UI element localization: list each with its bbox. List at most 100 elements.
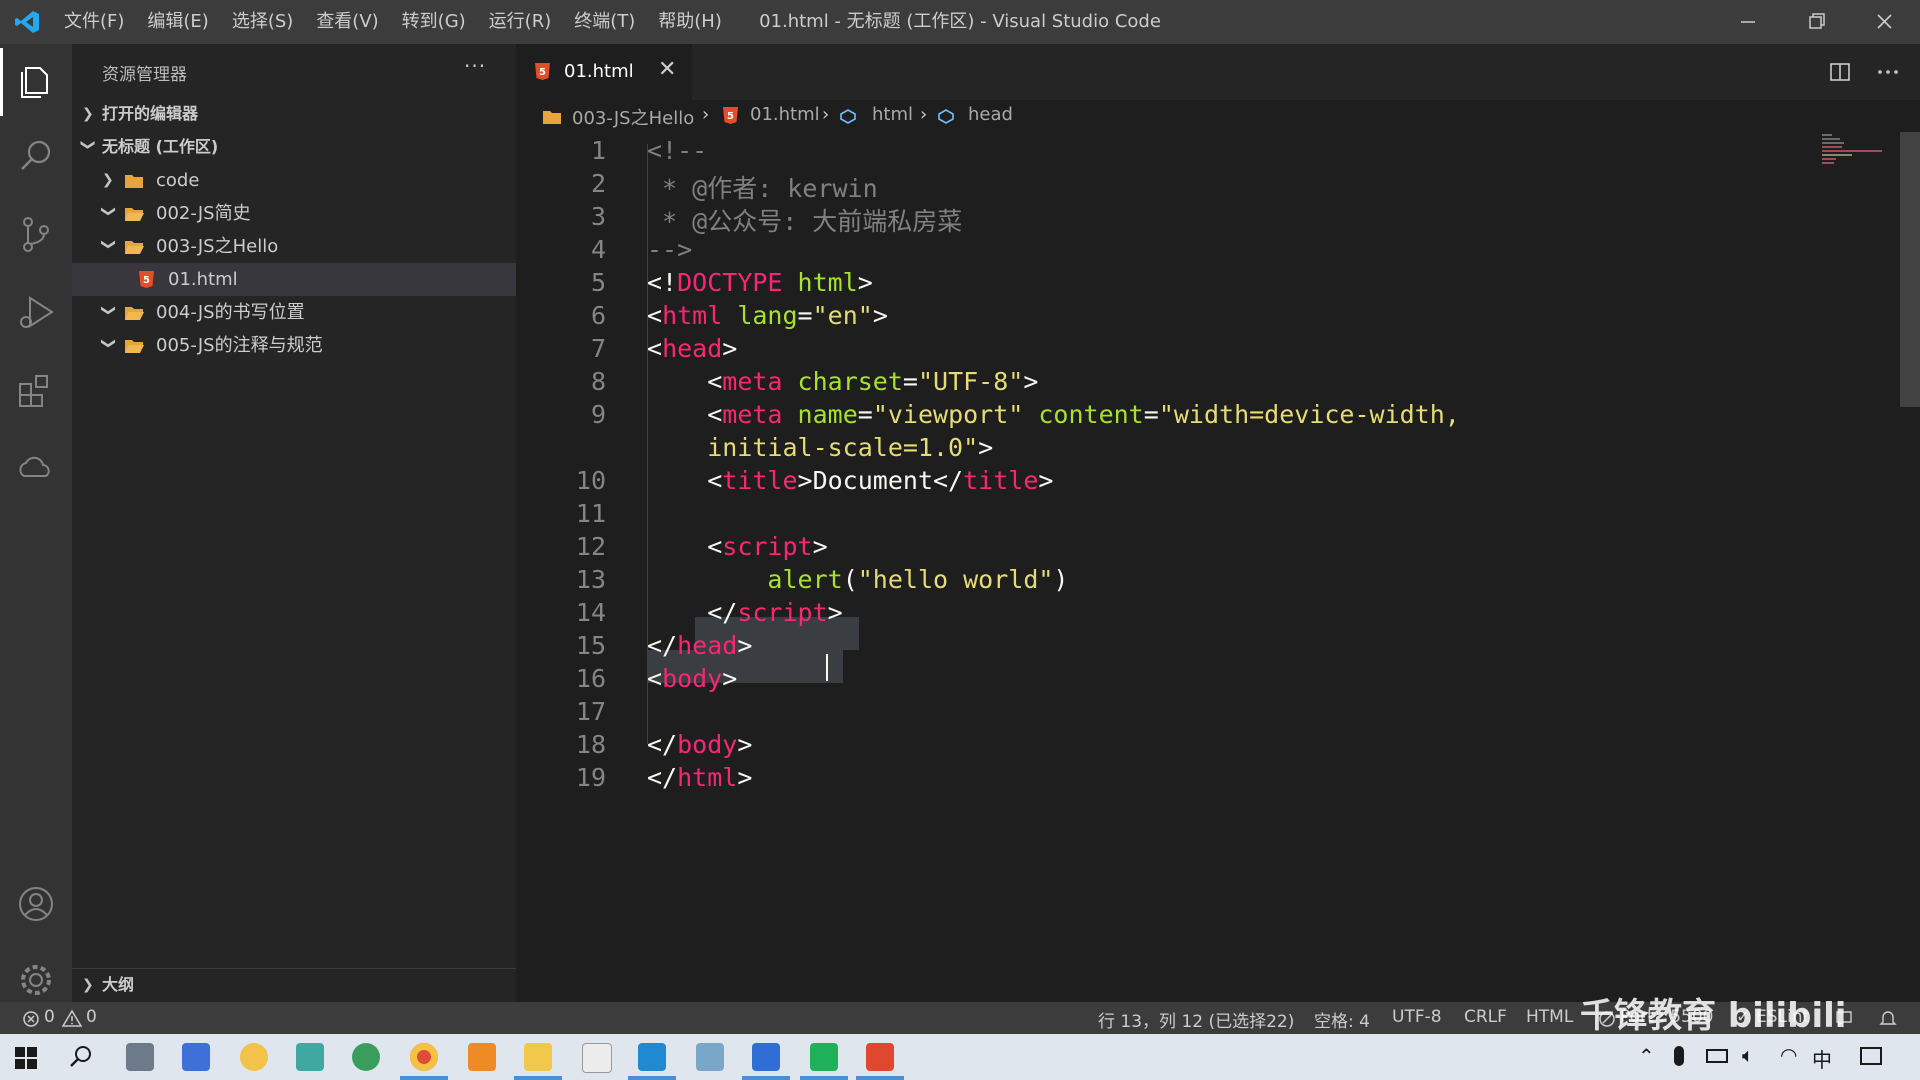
tree-item-003[interactable]: ❯ 003-JS之Hello — [72, 230, 516, 263]
token: </ — [647, 598, 738, 627]
code-editor[interactable]: 1 2 3 4 5 6 7 8 9 10 11 12 13 14 15 16 1… — [516, 132, 1896, 1002]
minimize-button[interactable] — [1714, 0, 1782, 44]
open-editors-section[interactable]: ❯ 打开的编辑器 — [72, 98, 516, 130]
scrollbar-thumb[interactable] — [1900, 132, 1920, 407]
line-number: 15 — [575, 631, 606, 660]
app-icon[interactable] — [696, 1043, 724, 1071]
token: ) — [1053, 565, 1069, 594]
tree-item-01-html[interactable]: 5 01.html — [72, 263, 516, 296]
open-editors-label: 打开的编辑器 — [102, 104, 199, 123]
battery-icon[interactable] — [1706, 1049, 1728, 1063]
vertical-scrollbar[interactable] — [1900, 132, 1920, 1002]
menu-edit[interactable]: 编辑(E) — [147, 0, 208, 44]
app-icon[interactable] — [352, 1043, 380, 1071]
explorer-button[interactable] — [14, 58, 58, 102]
file-explorer-icon[interactable] — [524, 1043, 552, 1071]
warning-count[interactable]: 0 — [86, 1007, 97, 1027]
token: </ — [647, 763, 678, 792]
app-icon[interactable] — [182, 1043, 210, 1071]
app-icon[interactable] — [810, 1043, 838, 1071]
search-button[interactable] — [14, 134, 58, 178]
symbol-element-icon — [938, 109, 954, 124]
volume-icon[interactable]: 🔈︎ — [1742, 1043, 1754, 1067]
menu-terminal[interactable]: 终端(T) — [574, 0, 635, 44]
close-window-button[interactable] — [1850, 0, 1918, 44]
token: "en" — [812, 301, 873, 330]
extensions-button[interactable] — [14, 368, 58, 412]
token: lang — [722, 301, 798, 330]
task-view-icon[interactable] — [126, 1043, 154, 1071]
settings-button[interactable] — [14, 958, 58, 1002]
menu-run[interactable]: 运行(R) — [489, 0, 552, 44]
end-of-line[interactable]: CRLF — [1464, 1007, 1507, 1027]
breadcrumb-file[interactable]: 01.html — [750, 104, 820, 125]
app-icon[interactable] — [866, 1043, 894, 1071]
notification-icon[interactable] — [1860, 1047, 1882, 1065]
token: > — [722, 664, 738, 693]
token: </ — [647, 631, 678, 660]
sublime-icon[interactable] — [468, 1043, 496, 1071]
tree-item-code[interactable]: ❯ code — [72, 164, 516, 197]
minimap-line — [1822, 162, 1834, 164]
source-control-button[interactable] — [14, 212, 58, 256]
code-line-13: alert("hello world") — [647, 565, 1068, 594]
token: script — [737, 598, 828, 627]
error-count[interactable]: 0 — [44, 1007, 55, 1027]
token: > — [872, 301, 888, 330]
close-icon — [1877, 14, 1892, 29]
token: content — [1023, 400, 1144, 429]
cursor-position[interactable]: 行 13，列 12 (已选择22) — [1098, 1007, 1294, 1032]
split-editor-button[interactable] — [1824, 56, 1856, 88]
menu-go[interactable]: 转到(G) — [402, 0, 466, 44]
restore-button[interactable] — [1782, 0, 1850, 44]
wifi-icon[interactable]: ◠ — [1780, 1043, 1797, 1067]
tree-item-label: 005-JS的注释与规范 — [156, 335, 323, 356]
run-debug-button[interactable] — [14, 290, 58, 334]
tab-01-html[interactable]: 5 01.html ✕ — [516, 44, 692, 100]
language-mode[interactable]: HTML — [1526, 1007, 1573, 1027]
token: name — [782, 400, 858, 429]
tree-item-005[interactable]: ❯ 005-JS的注释与规范 — [72, 329, 516, 362]
chevron-down-icon: ❯ — [100, 337, 117, 350]
outline-section[interactable]: ❯ 大纲 — [72, 969, 516, 1001]
token: = — [857, 400, 873, 429]
remote-button[interactable] — [14, 446, 58, 490]
menu-file[interactable]: 文件(F) — [64, 0, 124, 44]
breadcrumb-folder[interactable]: 003-JS之Hello — [572, 104, 694, 130]
more-icon — [1878, 70, 1898, 74]
search-icon[interactable] — [68, 1044, 94, 1070]
tree-item-004[interactable]: ❯ 004-JS的书写位置 — [72, 296, 516, 329]
ime-indicator[interactable]: 中 — [1812, 1044, 1832, 1073]
chrome-icon[interactable] — [410, 1043, 438, 1071]
windows-start-icon[interactable] — [14, 1046, 38, 1070]
breadcrumb-head[interactable]: head — [968, 104, 1013, 125]
app-icon[interactable] — [752, 1043, 780, 1071]
files-icon — [21, 67, 48, 98]
tree-item-002[interactable]: ❯ 002-JS简史 — [72, 197, 516, 230]
tree-item-label: code — [156, 170, 200, 191]
typora-icon[interactable] — [582, 1043, 612, 1073]
workspace-section[interactable]: ❯ 无标题 (工作区) — [72, 131, 516, 163]
menu-selection[interactable]: 选择(S) — [232, 0, 293, 44]
menu-view[interactable]: 查看(V) — [316, 0, 378, 44]
minimap[interactable] — [1822, 132, 1896, 172]
breadcrumb-html[interactable]: html — [872, 104, 913, 125]
line-number: 3 — [590, 202, 606, 231]
tray-chevron-up-icon[interactable]: ⌃ — [1638, 1044, 1655, 1068]
token: script — [722, 532, 813, 561]
indentation[interactable]: 空格: 4 — [1314, 1007, 1370, 1032]
token: charset — [782, 367, 903, 396]
token: html — [662, 301, 723, 330]
editor-more-button[interactable] — [1872, 56, 1904, 88]
more-actions-button[interactable]: ··· — [464, 54, 486, 78]
tab-close-button[interactable]: ✕ — [658, 57, 676, 82]
menu-help[interactable]: 帮助(H) — [658, 0, 722, 44]
vscode-icon[interactable] — [638, 1043, 666, 1071]
account-icon — [19, 887, 53, 921]
accounts-button[interactable] — [14, 882, 58, 926]
line-number: 8 — [590, 367, 606, 396]
encoding[interactable]: UTF-8 — [1392, 1007, 1442, 1027]
app-icon[interactable] — [240, 1043, 268, 1071]
app-icon[interactable] — [296, 1043, 324, 1071]
microphone-icon[interactable] — [1674, 1046, 1684, 1066]
